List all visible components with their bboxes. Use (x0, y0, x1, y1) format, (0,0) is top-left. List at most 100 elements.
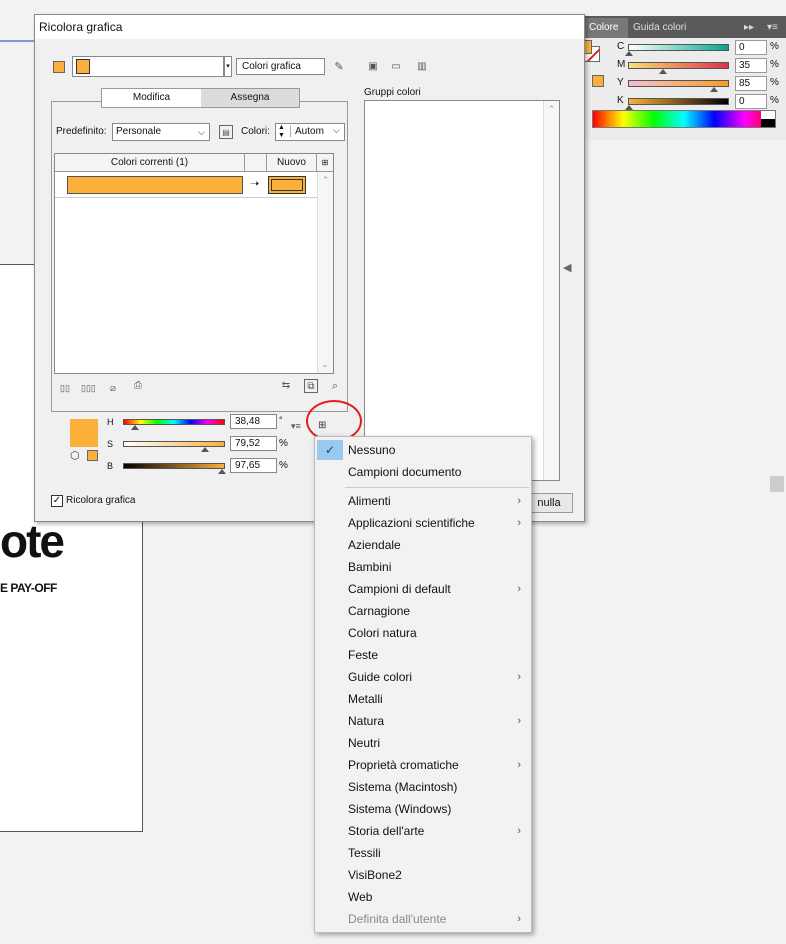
y-value-input[interactable]: 85 (735, 76, 767, 91)
separate-colors-icon[interactable]: ▯▯▯ (81, 381, 96, 395)
new-group-folder-icon[interactable]: ▭ (389, 60, 403, 74)
menu-item[interactable]: Colori natura (315, 622, 531, 644)
menu-separator (345, 487, 529, 488)
menu-item[interactable]: Web (315, 886, 531, 908)
menu-item[interactable]: VisiBone2 (315, 864, 531, 886)
c-slider-thumb[interactable] (625, 51, 633, 56)
m-unit: % (770, 59, 779, 70)
menu-item-label: Carnagione (348, 604, 411, 618)
merge-colors-icon[interactable]: ▯▯ (58, 381, 72, 395)
recolor-artwork-checkbox[interactable]: ✓ (51, 495, 63, 507)
m-slider-thumb[interactable] (659, 69, 667, 74)
c-value-input[interactable]: 0 (735, 40, 767, 55)
panel-collapse-icon[interactable]: ▸▸ (744, 18, 754, 38)
brightness-value-input[interactable]: 97,65 (230, 458, 277, 473)
menu-item[interactable]: Bambini (315, 556, 531, 578)
color-group-name-field[interactable] (72, 56, 224, 77)
preset-select[interactable]: Personale ⌵ (112, 123, 210, 141)
menu-item[interactable]: Carnagione (315, 600, 531, 622)
menu-item[interactable]: Sistema (Windows) (315, 798, 531, 820)
menu-item[interactable]: Natura › (315, 710, 531, 732)
tab-colore[interactable]: Colore (584, 18, 628, 38)
cmyk-row-c: C 0 % (584, 40, 786, 56)
list-menu-icon[interactable]: ⊞ (317, 154, 333, 172)
edit-assign-tabs: Modifica Assegna (101, 88, 300, 108)
artwork-colors-field[interactable]: Colori grafica (236, 58, 325, 75)
menu-item[interactable]: Proprietà cromatiche › (315, 754, 531, 776)
collapse-groups-icon[interactable]: ◀ (563, 261, 571, 274)
color-groups-label: Gruppi colori (364, 87, 421, 98)
menu-item[interactable]: ✓ Nessuno (315, 439, 531, 461)
hue-slider-thumb[interactable] (131, 425, 139, 430)
menu-item[interactable]: Sistema (Macintosh) (315, 776, 531, 798)
color-group-dropdown-arrow[interactable]: ▾ (224, 56, 232, 77)
current-color-bar[interactable] (67, 176, 243, 194)
menu-item[interactable]: Guide colori › (315, 666, 531, 688)
tab-modifica[interactable]: Modifica (102, 89, 201, 107)
preset-options-icon[interactable]: ▤ (219, 125, 233, 139)
stepper-icon[interactable]: ▲ ▼ (278, 124, 285, 140)
submenu-arrow-icon: › (517, 671, 521, 683)
menu-item-label: Storia dell'arte (348, 824, 425, 838)
tab-assegna[interactable]: Assegna (201, 89, 299, 107)
eyedropper-icon[interactable]: ✎ (332, 60, 346, 74)
scroll-down-icon[interactable]: ⌄ (318, 359, 332, 370)
saturation-slider-thumb[interactable] (201, 447, 209, 452)
current-colors-header: Colori correnti (1) (55, 154, 245, 172)
slider-mode-menu-icon[interactable]: ▾≡ (291, 421, 301, 432)
save-group-icon[interactable]: ▣ (366, 60, 380, 74)
magnify-icon[interactable]: ⌕ (328, 379, 342, 393)
groups-scrollbar[interactable]: ⌃ (543, 101, 559, 480)
c-slider-track[interactable] (628, 44, 729, 51)
b-unit: % (279, 460, 288, 471)
menu-item[interactable]: Neutri (315, 732, 531, 754)
gamut-cube-icon[interactable]: ⬡ (70, 449, 80, 462)
colors-count-select[interactable]: ▲ ▼ Autom ⌵ (275, 123, 345, 141)
menu-item[interactable]: Storia dell'arte › (315, 820, 531, 842)
m-slider-track[interactable] (628, 62, 729, 69)
saturation-value-input[interactable]: 79,52 (230, 436, 277, 451)
menu-item[interactable]: Metalli (315, 688, 531, 710)
table-row[interactable]: ➝ (55, 172, 317, 198)
menu-item[interactable]: Alimenti › (315, 490, 531, 512)
submenu-arrow-icon: › (517, 715, 521, 727)
trash-icon[interactable]: ▥ (415, 60, 429, 74)
new-colors-header: Nuovo (267, 154, 317, 172)
panel-menu-icon[interactable]: ▾≡ (767, 18, 778, 38)
active-color-swatch[interactable] (70, 419, 98, 447)
scroll-up-icon[interactable]: ⌃ (318, 175, 333, 186)
menu-item[interactable]: Tessili (315, 842, 531, 864)
randomize-colors-icon[interactable]: ⇆ (279, 379, 293, 393)
brightness-slider-thumb[interactable] (218, 469, 226, 474)
scroll-up-icon[interactable]: ⌃ (544, 104, 559, 115)
brightness-slider-track[interactable] (123, 463, 225, 469)
saturation-slider-track[interactable] (123, 441, 225, 447)
web-safe-swatch[interactable] (87, 450, 98, 461)
k-slider-track[interactable] (628, 98, 729, 105)
menu-item-label: Guide colori (348, 670, 413, 684)
exclude-colors-icon[interactable]: ⧄ (106, 381, 120, 395)
new-color-swatch[interactable] (268, 176, 306, 194)
color-panel-tabbar: Colore Guida colori ▸▸ ▾≡ (584, 16, 786, 38)
y-slider-track[interactable] (628, 80, 729, 87)
hue-value-input[interactable]: 38,48 (230, 414, 277, 429)
tab-guida-colori[interactable]: Guida colori (628, 18, 708, 38)
list-scrollbar[interactable]: ⌃ ⌄ (317, 172, 333, 373)
menu-item[interactable]: Campioni documento (315, 461, 531, 483)
group-color-swatch[interactable] (53, 61, 65, 73)
menu-item[interactable]: Campioni di default › (315, 578, 531, 600)
menu-item[interactable]: Aziendale (315, 534, 531, 556)
submenu-arrow-icon: › (517, 583, 521, 595)
y-slider-thumb[interactable] (710, 87, 718, 92)
randomize-saturation-icon[interactable]: ⧉ (304, 379, 318, 393)
m-value-input[interactable]: 35 (735, 58, 767, 73)
menu-item-label: Campioni di default (348, 582, 451, 596)
canvas-scroll-thumb[interactable] (770, 476, 784, 492)
color-groups-list[interactable]: ⌃ (364, 100, 560, 481)
menu-item[interactable]: Feste (315, 644, 531, 666)
new-row-icon[interactable]: ⎙ (131, 379, 145, 393)
k-value-input[interactable]: 0 (735, 94, 767, 109)
color-spectrum-bar[interactable] (592, 110, 776, 128)
menu-item[interactable]: Applicazioni scientifiche › (315, 512, 531, 534)
black-white-swatch[interactable] (761, 111, 775, 127)
